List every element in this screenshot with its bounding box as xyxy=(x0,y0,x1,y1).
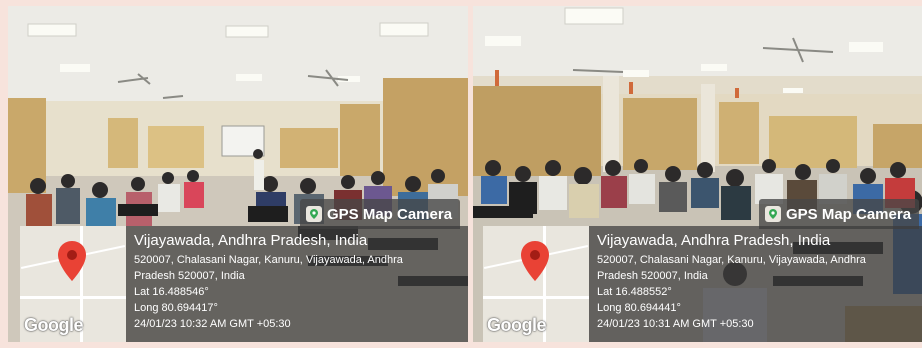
geotag-datetime: 24/01/23 10:31 AM GMT +05:30 xyxy=(597,318,754,330)
location-pin-icon xyxy=(521,241,549,281)
geotag-latitude: Lat 16.488546° xyxy=(134,286,209,298)
classroom-photo-left: GPS Map Camera Google Vijayawada, Andhra… xyxy=(8,6,468,342)
gps-camera-icon xyxy=(765,206,781,222)
geotag-address-line2: Pradesh 520007, India xyxy=(134,270,245,282)
geotag-latitude: Lat 16.488552° xyxy=(597,286,672,298)
geotag-address-line1: 520007, Chalasani Nagar, Kanuru, Vijayaw… xyxy=(134,254,403,266)
geotag-place: Vijayawada, Andhra Pradesh, India xyxy=(597,232,831,249)
location-pin-icon xyxy=(58,241,86,281)
geotag-address-line1: 520007, Chalasani Nagar, Kanuru, Vijayaw… xyxy=(597,254,866,266)
geotag-info-panel: Vijayawada, Andhra Pradesh, India 520007… xyxy=(589,226,922,342)
gps-badge-text: GPS Map Camera xyxy=(327,205,453,223)
gps-camera-icon xyxy=(306,206,322,222)
classroom-photo-right: GPS Map Camera Google Vijayawada, Andhra… xyxy=(473,6,922,342)
gps-map-camera-badge: GPS Map Camera xyxy=(300,199,461,229)
geotag-info-panel: Vijayawada, Andhra Pradesh, India 520007… xyxy=(126,226,468,342)
google-logo: Google xyxy=(487,315,547,335)
geotag-datetime: 24/01/23 10:32 AM GMT +05:30 xyxy=(134,318,291,330)
map-thumbnail: Google xyxy=(483,226,589,342)
map-thumbnail: Google xyxy=(20,226,126,342)
geotag-longitude: Long 80.694417° xyxy=(134,302,218,314)
google-logo: Google xyxy=(24,315,84,335)
gps-badge-text: GPS Map Camera xyxy=(786,205,912,223)
geotag-address-line2: Pradesh 520007, India xyxy=(597,270,708,282)
gps-map-camera-badge: GPS Map Camera xyxy=(759,199,920,229)
geotag-place: Vijayawada, Andhra Pradesh, India xyxy=(134,232,368,249)
geotag-longitude: Long 80.694441° xyxy=(597,302,681,314)
